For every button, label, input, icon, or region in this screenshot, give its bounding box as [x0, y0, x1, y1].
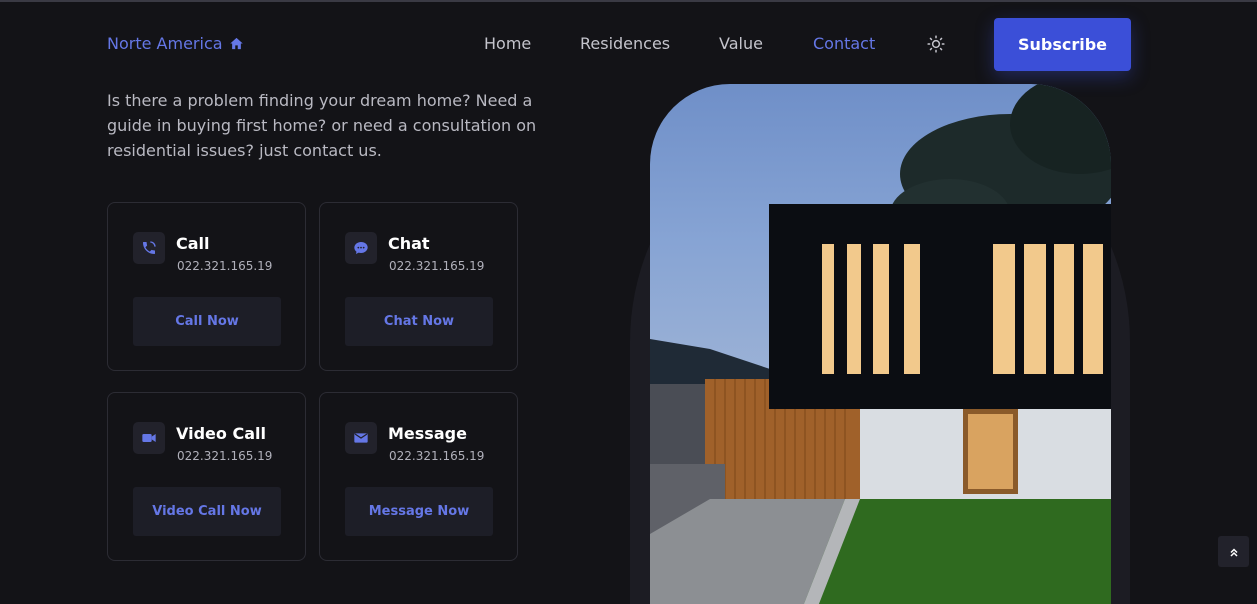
- video-call-now-button[interactable]: Video Call Now: [133, 487, 281, 536]
- chat-now-button[interactable]: Chat Now: [345, 297, 493, 346]
- card-title: Call: [176, 234, 210, 253]
- header: Norte America Home Residences Value Cont…: [0, 2, 1257, 84]
- nav-item-residences[interactable]: Residences: [580, 34, 670, 53]
- chat-icon: [345, 232, 377, 264]
- video-camera-icon: [133, 422, 165, 454]
- subscribe-button[interactable]: Subscribe: [994, 18, 1131, 71]
- card-phone-number: 022.321.165.19: [389, 259, 485, 273]
- brand-name: Norte America: [107, 34, 223, 53]
- nav-item-home[interactable]: Home: [484, 34, 531, 53]
- contact-card-chat: Chat 022.321.165.19 Chat Now: [319, 202, 518, 371]
- contact-card-message: Message 022.321.165.19 Message Now: [319, 392, 518, 561]
- contact-card-video-call: Video Call 022.321.165.19 Video Call Now: [107, 392, 306, 561]
- intro-text: Is there a problem finding your dream ho…: [107, 91, 537, 160]
- call-now-button[interactable]: Call Now: [133, 297, 281, 346]
- home-icon: [229, 37, 243, 50]
- contact-card-call: Call 022.321.165.19 Call Now: [107, 202, 306, 371]
- card-title: Message: [388, 424, 467, 443]
- card-title: Chat: [388, 234, 430, 253]
- card-phone-number: 022.321.165.19: [177, 259, 273, 273]
- phone-icon: [133, 232, 165, 264]
- chevrons-up-icon: [1229, 547, 1238, 557]
- card-phone-number: 022.321.165.19: [177, 449, 273, 463]
- brand-logo[interactable]: Norte America: [107, 34, 244, 53]
- message-now-button[interactable]: Message Now: [345, 487, 493, 536]
- house-photo: [650, 84, 1111, 604]
- nav-item-contact[interactable]: Contact: [813, 34, 875, 53]
- sun-icon[interactable]: [927, 35, 945, 53]
- house-illustration: [650, 84, 1111, 604]
- nav-item-value[interactable]: Value: [719, 34, 763, 53]
- mail-icon: [345, 422, 377, 454]
- card-title: Video Call: [176, 424, 266, 443]
- scroll-to-top-button[interactable]: [1218, 536, 1249, 567]
- card-phone-number: 022.321.165.19: [389, 449, 485, 463]
